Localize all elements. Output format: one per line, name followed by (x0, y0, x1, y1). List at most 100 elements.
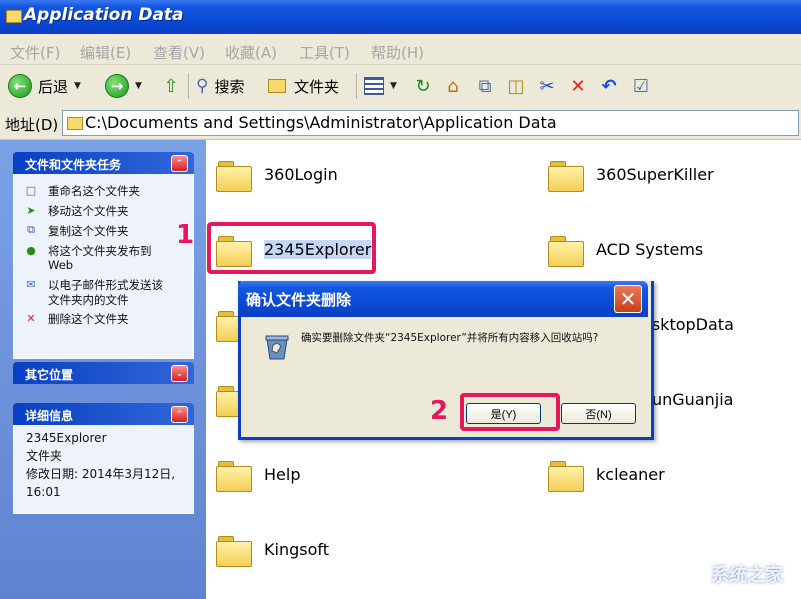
email-icon: ✉ (26, 277, 36, 291)
task-rename[interactable]: □ 重命名这个文件夹 (14, 180, 193, 200)
no-button[interactable]: 否(N) (561, 403, 636, 424)
task-label: 重命名这个文件夹 (48, 184, 140, 198)
file-tasks-header[interactable]: 文件和文件夹任务 ⌃ (13, 152, 194, 174)
menu-bar: 文件(F) 编辑(E) 查看(V) 收藏(A) 工具(T) 帮助(H) (0, 34, 801, 65)
recycle-bin-icon (265, 335, 289, 360)
menu-favorites[interactable]: 收藏(A) (225, 42, 277, 63)
task-label-line2: Web (48, 258, 74, 272)
task-label: 移动这个文件夹 (48, 204, 129, 218)
views-icon (364, 77, 384, 95)
folders-label: 文件夹 (294, 77, 340, 96)
highlight-box-step1 (207, 222, 376, 274)
undo-icon[interactable]: ↶ (598, 75, 620, 97)
folder-name: Help (264, 465, 301, 484)
close-icon[interactable]: ✕ (614, 285, 642, 313)
properties-icon[interactable]: ☑ (630, 75, 652, 97)
address-label: 地址(D) (5, 116, 59, 134)
folder-icon (548, 157, 584, 192)
other-places-title: 其它位置 (25, 368, 74, 382)
details-text: 2345Explorer 文件夹 修改日期: 2014年3月12日, 16:01 (14, 425, 193, 505)
rename-icon: □ (25, 183, 37, 197)
file-tasks-body: □ 重命名这个文件夹 ➤ 移动这个文件夹 ⧉ 复制这个文件夹 ● 将这个文件夹发… (13, 174, 194, 359)
folders-button[interactable]: 文件夹 (268, 73, 339, 99)
details-name: 2345Explorer (26, 431, 107, 445)
address-bar: 地址(D) C:\Documents and Settings\Administ… (0, 107, 801, 140)
chevron-down-icon: ▼ (390, 81, 397, 91)
collapse-icon[interactable]: ⌃ (171, 155, 188, 172)
menu-edit[interactable]: 编辑(E) (80, 42, 131, 63)
step-number-2: 2 (430, 396, 449, 426)
delete-icon: ✕ (26, 311, 36, 325)
search-button[interactable]: ⚲ 搜索 (196, 73, 244, 99)
task-label: 复制这个文件夹 (48, 224, 129, 238)
paste-icon[interactable]: ◫ (505, 75, 527, 97)
chevron-down-icon[interactable]: ▼ (135, 81, 142, 91)
folder-icon (548, 457, 584, 492)
task-label-line2: 文件夹内的文件 (48, 293, 129, 307)
toolbar-separator (356, 73, 357, 99)
task-label: 将这个文件夹发布到 (48, 244, 152, 258)
task-pane: 文件和文件夹任务 ⌃ □ 重命名这个文件夹 ➤ 移动这个文件夹 ⧉ 复制这个文件… (0, 140, 206, 599)
task-label: 删除这个文件夹 (48, 312, 129, 326)
forward-button[interactable]: → ▼ (105, 73, 142, 99)
search-label: 搜索 (214, 77, 245, 96)
folder-name: 360SuperKiller (596, 165, 714, 184)
copy-to-icon[interactable]: ⧉ (474, 75, 496, 97)
folder-icon (548, 232, 584, 267)
details-header[interactable]: 详细信息 ⌃ (13, 403, 194, 425)
step-number-1: 1 (176, 220, 195, 250)
folder-icon (6, 10, 22, 23)
details-modified: 修改日期: 2014年3月12日, (26, 467, 176, 481)
folder-name: ACD Systems (596, 240, 704, 259)
details-type: 文件夹 (26, 449, 63, 463)
publish-web-icon: ● (26, 243, 36, 257)
details-modified-time: 16:01 (26, 485, 61, 499)
home-icon[interactable]: ⌂ (442, 75, 464, 97)
toolbar-separator (188, 73, 189, 99)
file-tasks-title: 文件和文件夹任务 (25, 158, 122, 172)
views-button[interactable]: ▼ (364, 73, 397, 99)
address-input[interactable]: C:\Documents and Settings\Administrator\… (62, 110, 799, 136)
other-places-panel: 其它位置 ⌄ (13, 362, 194, 384)
task-move[interactable]: ➤ 移动这个文件夹 (14, 200, 193, 220)
task-publish-web[interactable]: ● 将这个文件夹发布到 Web (14, 240, 193, 274)
window-title: Application Data (24, 5, 184, 25)
up-folder-icon[interactable]: ⇧ (160, 75, 182, 97)
folder-name: esktopData (642, 315, 734, 334)
search-icon: ⚲ (196, 76, 209, 96)
task-delete[interactable]: ✕ 删除这个文件夹 (14, 308, 193, 328)
task-copy[interactable]: ⧉ 复制这个文件夹 (14, 220, 193, 240)
dialog-message: 确实要删除文件夹“2345Explorer”并将所有内容移入回收站吗? (301, 332, 599, 344)
menu-file[interactable]: 文件(F) (10, 42, 60, 63)
task-email[interactable]: ✉ 以电子邮件形式发送该 文件夹内的文件 (14, 274, 193, 308)
delete-icon[interactable]: ✕ (567, 75, 589, 97)
refresh-icon[interactable]: ↻ (412, 75, 434, 97)
expand-icon[interactable]: ⌄ (171, 365, 188, 382)
folder-icon (216, 457, 252, 492)
other-places-header[interactable]: 其它位置 ⌄ (13, 362, 194, 384)
back-arrow-icon: ← (8, 74, 32, 98)
menu-help[interactable]: 帮助(H) (371, 42, 424, 63)
folder-name: 360Login (264, 165, 338, 184)
folder-name: Kingsoft (264, 540, 329, 559)
chevron-down-icon[interactable]: ▼ (74, 81, 81, 91)
cut-icon[interactable]: ✂ (536, 75, 558, 97)
folder-icon (216, 532, 252, 567)
dialog-titlebar: 确认文件夹删除 ✕ (238, 281, 648, 317)
dialog-title: 确认文件夹删除 (246, 291, 352, 309)
details-body: 2345Explorer 文件夹 修改日期: 2014年3月12日, 16:01 (13, 425, 194, 514)
back-button[interactable]: ← 后退 ▼ (8, 73, 81, 99)
watermark-logo: 系统之家 (711, 565, 783, 586)
file-tasks-panel: 文件和文件夹任务 ⌃ □ 重命名这个文件夹 ➤ 移动这个文件夹 ⧉ 复制这个文件… (13, 152, 194, 359)
menu-tools[interactable]: 工具(T) (299, 42, 350, 63)
move-icon: ➤ (26, 203, 36, 217)
forward-arrow-icon: → (105, 74, 129, 98)
details-panel: 详细信息 ⌃ 2345Explorer 文件夹 修改日期: 2014年3月12日… (13, 403, 194, 514)
address-path: C:\Documents and Settings\Administrator\… (85, 113, 557, 132)
folder-icon (216, 157, 252, 192)
folder-name: unGuanjia (652, 390, 734, 409)
copy-icon: ⧉ (27, 223, 35, 236)
collapse-icon[interactable]: ⌃ (171, 406, 188, 423)
folder-icon (67, 117, 83, 130)
menu-view[interactable]: 查看(V) (153, 42, 205, 63)
